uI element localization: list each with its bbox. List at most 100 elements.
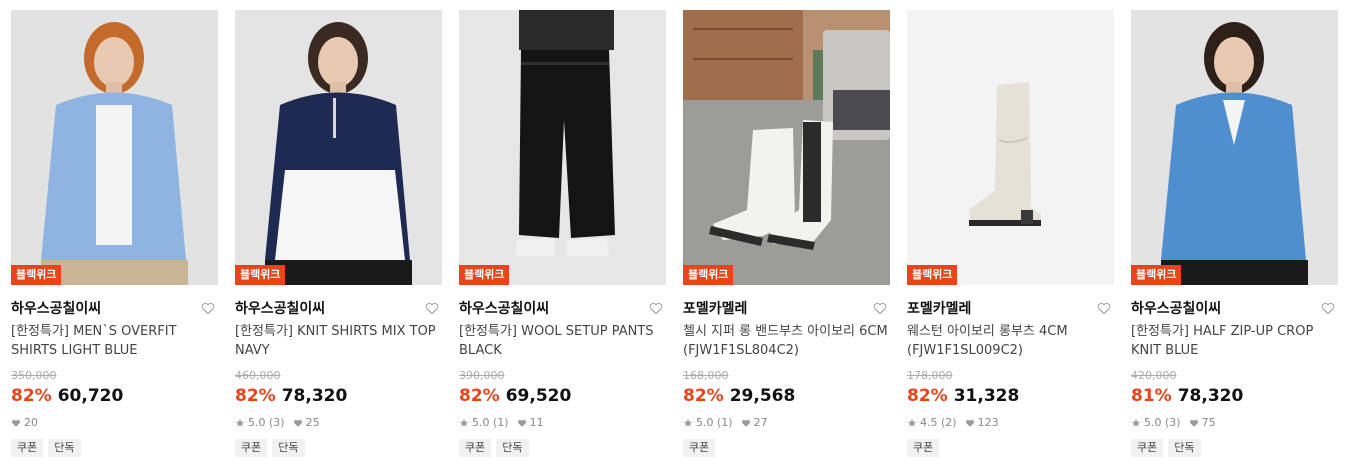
- brand-name[interactable]: 포멜카멜레: [683, 301, 747, 317]
- sale-badge: 블랙위크: [459, 265, 510, 285]
- price-row: 82% 69,520: [459, 386, 666, 406]
- product-stats: 5.0 (1) 27: [683, 416, 890, 430]
- product-photo: [907, 10, 1114, 285]
- tag-chip: 쿠폰: [235, 439, 268, 457]
- tag-list: 쿠폰 단독: [11, 439, 218, 457]
- rating-value: 5.0 (3): [1144, 416, 1181, 429]
- original-price: 460,000: [235, 369, 281, 382]
- price-row: 82% 31,328: [907, 386, 1114, 406]
- heart-filled-icon: [11, 419, 21, 427]
- star-icon: [683, 418, 693, 427]
- product-card[interactable]: 블랙위크 하우스공칠이씨 [한정특가] HALF ZIP-UP CROP KNI…: [1131, 10, 1338, 470]
- tag-chip: 단독: [48, 439, 81, 457]
- product-photo: [683, 10, 890, 285]
- rating: 5.0 (1): [459, 416, 509, 430]
- like-count-value: 25: [305, 416, 320, 429]
- tag-list: 쿠폰 단독: [235, 439, 442, 457]
- heart-filled-icon: [741, 419, 750, 427]
- rating: 5.0 (3): [1131, 416, 1181, 430]
- product-name[interactable]: [한정특가] WOOL SETUP PANTS BLACK: [459, 322, 666, 360]
- product-card[interactable]: 블랙위크 하우스공칠이씨 [한정특가] WOOL SETUP PANTS BLA…: [459, 10, 666, 470]
- product-image[interactable]: 블랙위크: [1131, 10, 1338, 285]
- star-icon: [907, 418, 917, 427]
- heart-filled-icon: [965, 419, 974, 427]
- brand-name[interactable]: 하우스공칠이씨: [1131, 301, 1221, 317]
- discount-rate: 82%: [907, 386, 948, 406]
- product-photo: [1131, 10, 1338, 285]
- discount-rate: 82%: [683, 386, 724, 406]
- product-name[interactable]: [한정특가] HALF ZIP-UP CROP KNIT BLUE: [1131, 322, 1338, 360]
- star-icon: [235, 418, 245, 427]
- brand-name[interactable]: 하우스공칠이씨: [11, 301, 101, 317]
- product-stats: 20: [11, 416, 218, 430]
- product-card[interactable]: 블랙위크 포멜카멜레 웨스턴 아이보리 롱부츠 4CM (FJW1F1SL009…: [907, 10, 1114, 470]
- brand-name[interactable]: 포멜카멜레: [907, 301, 971, 317]
- heart-icon[interactable]: [1320, 300, 1336, 316]
- rating: 5.0 (1): [683, 416, 733, 430]
- heart-outline-icon: [1321, 302, 1335, 315]
- like-count: 11: [517, 416, 544, 430]
- heart-filled-icon: [293, 419, 302, 427]
- tag-chip: 쿠폰: [683, 439, 716, 457]
- original-price: 178,000: [907, 369, 953, 382]
- heart-outline-icon: [649, 302, 663, 315]
- tag-list: 쿠폰: [683, 439, 890, 457]
- tag-chip: 쿠폰: [459, 439, 492, 457]
- like-count-value: 75: [1201, 416, 1216, 429]
- product-photo: [235, 10, 442, 285]
- price-row: 82% 78,320: [235, 386, 442, 406]
- like-count-value: 123: [977, 416, 999, 429]
- brand-row: 포멜카멜레: [683, 298, 890, 318]
- heart-icon[interactable]: [648, 300, 664, 316]
- brand-row: 하우스공칠이씨: [235, 298, 442, 318]
- rating: 4.5 (2): [907, 416, 957, 430]
- product-card[interactable]: 블랙위크 하우스공칠이씨 [한정특가] KNIT SHIRTS MIX TOP …: [235, 10, 442, 470]
- rating-value: 5.0 (1): [696, 416, 733, 429]
- price-row: 82% 60,720: [11, 386, 218, 406]
- heart-icon[interactable]: [424, 300, 440, 316]
- product-stats: 5.0 (1) 11: [459, 416, 666, 430]
- discount-rate: 82%: [11, 386, 52, 406]
- sale-badge: 블랙위크: [683, 265, 734, 285]
- heart-icon[interactable]: [1096, 300, 1112, 316]
- like-count-value: 27: [753, 416, 768, 429]
- product-name[interactable]: [한정특가] KNIT SHIRTS MIX TOP NAVY: [235, 322, 442, 360]
- product-stats: 5.0 (3) 75: [1131, 416, 1338, 430]
- sale-price: 29,568: [729, 386, 796, 406]
- sale-price: 60,720: [57, 386, 124, 406]
- product-image[interactable]: 블랙위크: [11, 10, 218, 285]
- star-icon: [459, 418, 469, 427]
- product-image[interactable]: 블랙위크: [907, 10, 1114, 285]
- tag-chip: 쿠폰: [907, 439, 940, 457]
- heart-icon[interactable]: [872, 300, 888, 316]
- product-card[interactable]: 블랙위크 포멜카멜레 첼시 지퍼 롱 밴드부츠 아이보리 6CM (FJW1F1…: [683, 10, 890, 470]
- sale-price: 31,328: [953, 386, 1020, 406]
- discount-rate: 81%: [1131, 386, 1172, 406]
- heart-outline-icon: [201, 302, 215, 315]
- heart-icon[interactable]: [200, 300, 216, 316]
- heart-filled-icon: [1189, 419, 1198, 427]
- like-count-value: 20: [24, 416, 38, 429]
- product-image[interactable]: 블랙위크: [235, 10, 442, 285]
- brand-name[interactable]: 하우스공칠이씨: [459, 301, 549, 317]
- heart-outline-icon: [425, 302, 439, 315]
- sale-badge: 블랙위크: [907, 265, 958, 285]
- product-grid: 블랙위크 하우스공칠이씨 [한정특가] MEN`S OVERFIT SHIRTS…: [0, 0, 1347, 475]
- brand-row: 하우스공칠이씨: [1131, 298, 1338, 318]
- original-price: 168,000: [683, 369, 729, 382]
- product-image[interactable]: 블랙위크: [683, 10, 890, 285]
- tag-chip: 단독: [272, 439, 305, 457]
- star-icon: [1131, 418, 1141, 427]
- product-stats: 5.0 (3) 25: [235, 416, 442, 430]
- brand-name[interactable]: 하우스공칠이씨: [235, 301, 325, 317]
- product-name[interactable]: 웨스턴 아이보리 롱부츠 4CM (FJW1F1SL009C2): [907, 322, 1114, 360]
- heart-filled-icon: [517, 419, 526, 427]
- sale-badge: 블랙위크: [235, 265, 286, 285]
- like-count: 25: [293, 416, 320, 430]
- product-card[interactable]: 블랙위크 하우스공칠이씨 [한정특가] MEN`S OVERFIT SHIRTS…: [11, 10, 218, 470]
- product-name[interactable]: [한정특가] MEN`S OVERFIT SHIRTS LIGHT BLUE: [11, 322, 218, 360]
- rating-value: 4.5 (2): [920, 416, 957, 429]
- product-image[interactable]: 블랙위크: [459, 10, 666, 285]
- brand-row: 하우스공칠이씨: [459, 298, 666, 318]
- product-name[interactable]: 첼시 지퍼 롱 밴드부츠 아이보리 6CM (FJW1F1SL804C2): [683, 322, 890, 360]
